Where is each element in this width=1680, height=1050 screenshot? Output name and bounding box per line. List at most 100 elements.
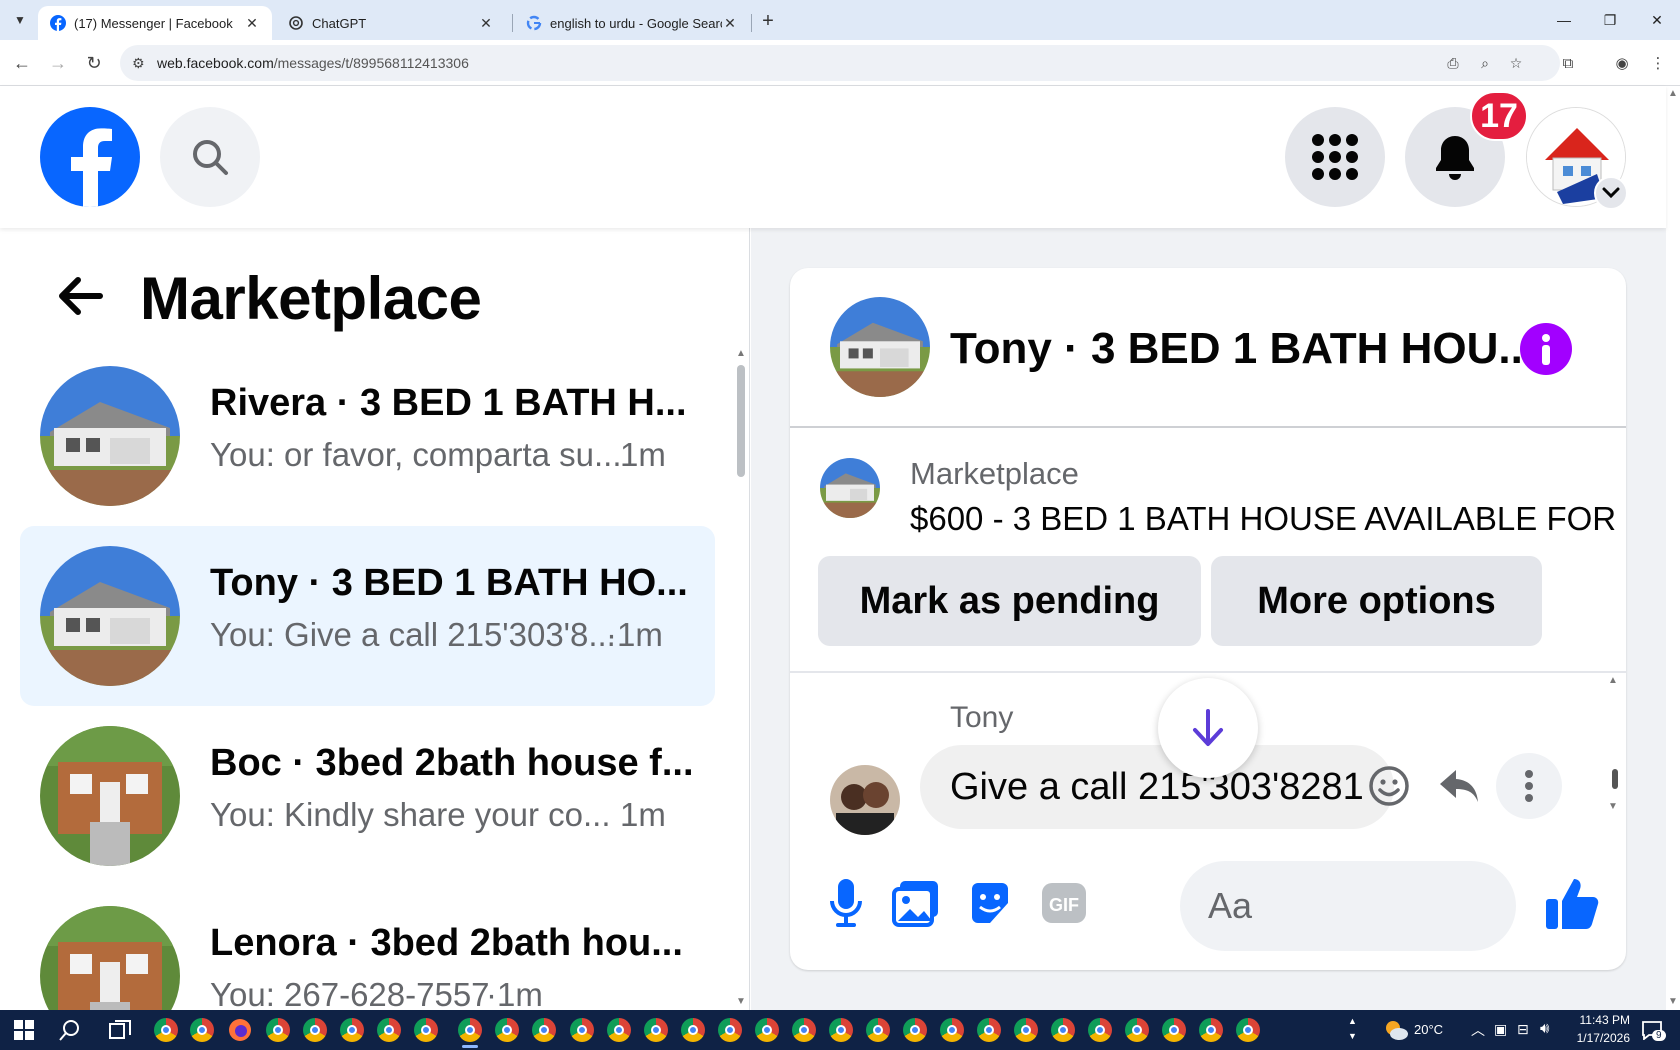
chrome-taskbar-icon[interactable] — [299, 1014, 331, 1046]
chrome-taskbar-icon[interactable] — [150, 1014, 182, 1046]
scroll-down-arrow-icon[interactable]: ▼ — [736, 996, 746, 1007]
chat-listing-thumbnail[interactable] — [830, 297, 930, 397]
back-arrow-icon[interactable] — [52, 268, 108, 324]
reply-icon[interactable] — [1426, 753, 1492, 819]
new-tab-plus-icon[interactable]: + — [756, 9, 780, 33]
reload-icon[interactable]: ↻ — [80, 49, 108, 77]
sender-avatar[interactable] — [830, 765, 900, 835]
page-scrollbar[interactable]: ▲ ▼ — [1666, 86, 1680, 1010]
chrome-taskbar-icon-active[interactable] — [454, 1014, 486, 1048]
conversation-list-scrollbar[interactable] — [737, 365, 745, 477]
chrome-taskbar-icon[interactable] — [899, 1014, 931, 1046]
message-bubble[interactable]: Give a call 215'303'8281 — [920, 745, 1394, 829]
zoom-icon[interactable]: ⌕ — [1474, 52, 1496, 74]
chrome-taskbar-icon[interactable] — [1232, 1014, 1264, 1046]
tray-chevron-up-icon[interactable]: ︿ — [1471, 1020, 1485, 1040]
chrome-taskbar-icon[interactable] — [603, 1014, 635, 1046]
tray-app-icon[interactable]: ▣ — [1494, 1021, 1507, 1038]
site-info-icon[interactable]: ⚙ — [132, 55, 145, 72]
search-icon[interactable] — [160, 107, 260, 207]
gif-icon[interactable]: GIF — [1034, 873, 1094, 933]
network-icon[interactable]: ⊟ — [1517, 1021, 1529, 1038]
address-bar[interactable]: ⚙ web.facebook.com/messages/t/8995681124… — [120, 45, 1560, 81]
chrome-taskbar-icon[interactable] — [1195, 1014, 1227, 1046]
chrome-taskbar-icon[interactable] — [677, 1014, 709, 1046]
weather-icon[interactable] — [1380, 1014, 1412, 1046]
attach-photo-icon[interactable] — [886, 873, 946, 933]
react-emoji-icon[interactable] — [1356, 753, 1422, 819]
chrome-taskbar-icon[interactable] — [566, 1014, 598, 1046]
tab-close-icon[interactable]: ✕ — [244, 15, 260, 31]
chrome-taskbar-icon[interactable] — [825, 1014, 857, 1046]
message-input-box[interactable] — [1180, 861, 1516, 951]
firefox-taskbar-icon[interactable] — [224, 1014, 256, 1046]
bookmark-star-icon[interactable]: ☆ — [1505, 52, 1527, 74]
chrome-taskbar-icon[interactable] — [640, 1014, 672, 1046]
clock-time[interactable]: 11:43 PM — [1570, 1013, 1630, 1027]
clock-date[interactable]: 1/17/2026 — [1564, 1031, 1630, 1045]
install-app-icon[interactable]: ⎙ — [1442, 52, 1464, 74]
chrome-taskbar-icon[interactable] — [862, 1014, 894, 1046]
tab-messenger[interactable]: (17) Messenger | Facebook ✕ — [38, 6, 272, 40]
profile-icon[interactable]: ◉ — [1608, 49, 1636, 77]
back-icon[interactable]: ← — [8, 49, 36, 77]
conversation-item[interactable]: Rivera · 3 BED 1 BATH H... You: or favor… — [20, 346, 715, 526]
conversation-item-selected[interactable]: Tony · 3 BED 1 BATH HO... You: Give a ca… — [20, 526, 715, 706]
info-icon[interactable] — [1520, 323, 1572, 375]
message-input[interactable] — [1208, 879, 1428, 933]
chrome-taskbar-icon[interactable] — [186, 1014, 218, 1046]
page-scroll-up-icon[interactable]: ▲ — [1668, 88, 1678, 99]
volume-icon[interactable]: 🔊︎ — [1540, 1020, 1549, 1037]
chrome-taskbar-icon[interactable] — [373, 1014, 405, 1046]
windows-start-icon[interactable] — [8, 1014, 40, 1046]
minimize-icon[interactable]: — — [1541, 0, 1587, 40]
taskbar-overflow-arrows-icon[interactable]: ▲ ▼ — [1348, 1014, 1357, 1044]
chrome-taskbar-icon[interactable] — [528, 1014, 560, 1046]
chrome-taskbar-icon[interactable] — [336, 1014, 368, 1046]
more-options-button[interactable]: More options — [1211, 556, 1542, 646]
tab-google-search[interactable]: english to urdu - Google Search ✕ — [514, 6, 750, 40]
task-view-icon[interactable] — [104, 1014, 136, 1046]
chrome-taskbar-icon[interactable] — [936, 1014, 968, 1046]
listing-thumbnail[interactable] — [820, 458, 880, 518]
conversation-item[interactable]: Lenora · 3bed 2bath hou... You: 267-628-… — [20, 886, 715, 1010]
chrome-taskbar-icon[interactable] — [751, 1014, 783, 1046]
weather-temperature[interactable]: 20°C — [1414, 1022, 1443, 1037]
thread-scrollbar[interactable] — [1612, 769, 1618, 789]
scroll-to-bottom-button[interactable] — [1158, 678, 1258, 778]
tab-close-icon[interactable]: ✕ — [478, 15, 494, 31]
mark-as-pending-button[interactable]: Mark as pending — [818, 556, 1201, 646]
tab-search-chevron-icon[interactable]: ▼ — [8, 8, 32, 32]
voice-clip-microphone-icon[interactable] — [816, 873, 876, 933]
thread-scroll-up-icon[interactable]: ▲ — [1608, 675, 1618, 686]
url-text[interactable]: web.facebook.com/messages/t/899568112413… — [157, 55, 469, 71]
forward-icon[interactable]: → — [44, 49, 72, 77]
chrome-taskbar-icon[interactable] — [1158, 1014, 1190, 1046]
account-chevron-down-icon[interactable] — [1594, 176, 1628, 210]
listing-title[interactable]: $600 - 3 BED 1 BATH HOUSE AVAILABLE FOR … — [910, 500, 1626, 538]
facebook-logo-icon[interactable] — [40, 107, 140, 207]
chrome-taskbar-icon[interactable] — [262, 1014, 294, 1046]
conversation-item[interactable]: Boc · 3bed 2bath house f... You: Kindly … — [20, 706, 715, 886]
chat-title[interactable]: Tony · 3 BED 1 BATH HOU... — [950, 324, 1535, 374]
chrome-taskbar-icon[interactable] — [973, 1014, 1005, 1046]
chrome-taskbar-icon[interactable] — [1084, 1014, 1116, 1046]
chrome-taskbar-icon[interactable] — [491, 1014, 523, 1046]
chrome-taskbar-icon[interactable] — [1047, 1014, 1079, 1046]
extensions-icon[interactable]: ⧉ — [1554, 49, 1582, 77]
chrome-taskbar-icon[interactable] — [410, 1014, 442, 1046]
sticker-icon[interactable] — [960, 873, 1020, 933]
taskbar-search-icon[interactable] — [54, 1014, 86, 1046]
chrome-taskbar-icon[interactable] — [788, 1014, 820, 1046]
browser-menu-icon[interactable]: ⋮ — [1644, 49, 1672, 77]
chrome-taskbar-icon[interactable] — [1010, 1014, 1042, 1046]
chrome-taskbar-icon[interactable] — [714, 1014, 746, 1046]
tab-close-icon[interactable]: ✕ — [722, 15, 738, 31]
menu-grid-icon[interactable] — [1285, 107, 1385, 207]
page-scroll-down-icon[interactable]: ▼ — [1668, 996, 1678, 1007]
more-actions-icon[interactable] — [1496, 753, 1562, 819]
tab-chatgpt[interactable]: ChatGPT ✕ — [276, 6, 506, 40]
like-thumbs-up-icon[interactable] — [1540, 871, 1604, 935]
close-window-icon[interactable]: ✕ — [1634, 0, 1680, 40]
chrome-taskbar-icon[interactable] — [1121, 1014, 1153, 1046]
